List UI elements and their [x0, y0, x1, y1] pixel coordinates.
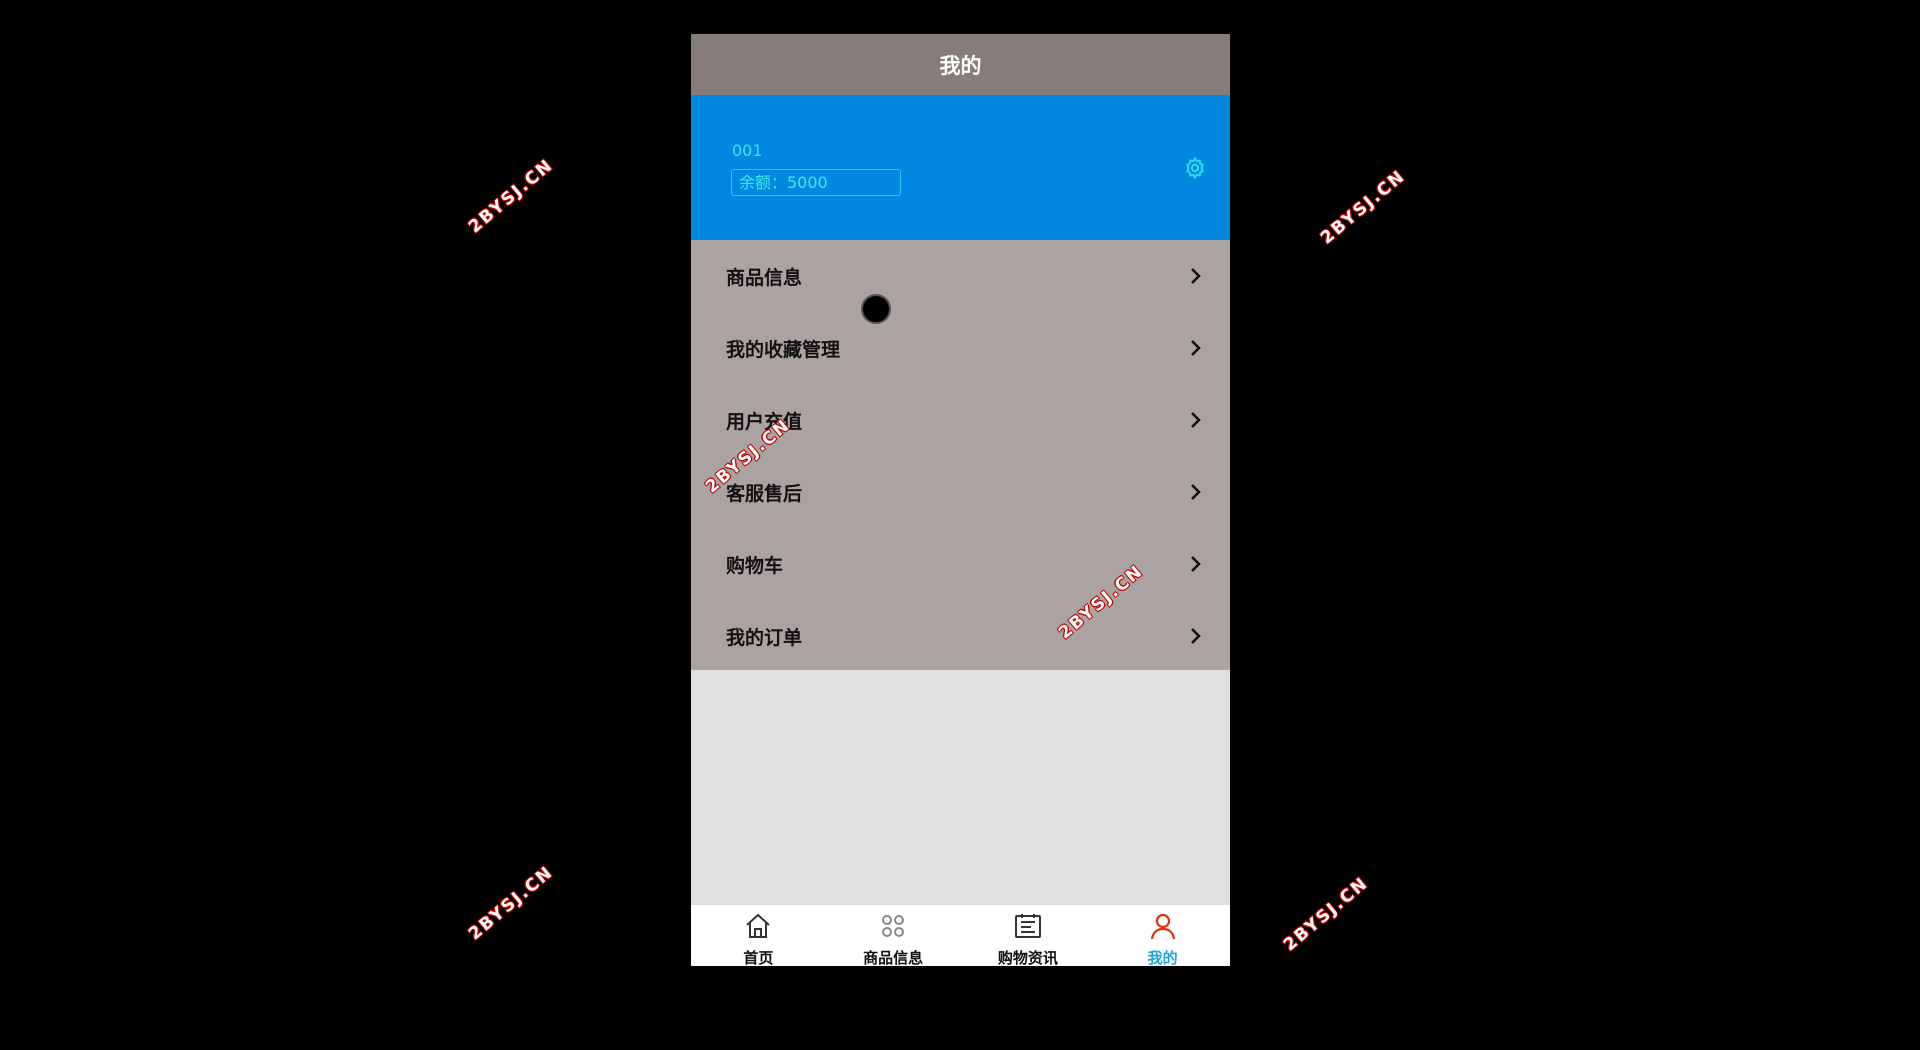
balance-badge: 余额：5000	[731, 169, 901, 196]
touch-cursor	[861, 294, 891, 324]
chevron-right-icon	[1191, 340, 1201, 356]
chevron-right-icon	[1191, 628, 1201, 644]
bottom-tab-bar: 首页 商品信息 购物资讯 我的	[691, 904, 1230, 966]
menu-list: 商品信息 我的收藏管理 用户充值 客服售后 购物车 我的订单	[691, 240, 1230, 670]
tab-shopping-news[interactable]: 购物资讯	[961, 905, 1096, 966]
news-icon	[1014, 914, 1041, 938]
watermark: 2BYSJ.CN	[465, 862, 558, 945]
tab-mine[interactable]: 我的	[1095, 905, 1230, 966]
tab-label: 我的	[1147, 949, 1178, 966]
phone-screen: 我的 001 余额：5000 商品信息 我的收藏管理 用户充值 客服售后 购物车…	[691, 34, 1230, 966]
chevron-right-icon	[1191, 484, 1201, 500]
profile-card: 001 余额：5000	[691, 95, 1230, 240]
menu-item-orders[interactable]: 我的订单	[691, 600, 1230, 672]
tab-label: 商品信息	[863, 949, 924, 966]
menu-item-label: 用户充值	[726, 410, 803, 433]
chevron-right-icon	[1191, 412, 1201, 428]
user-icon	[1150, 913, 1175, 940]
tab-home[interactable]: 首页	[691, 905, 826, 966]
menu-item-label: 我的订单	[726, 626, 803, 649]
grid-icon	[882, 915, 905, 937]
tab-label: 首页	[743, 949, 774, 966]
tab-label: 购物资讯	[997, 949, 1058, 966]
watermark: 2BYSJ.CN	[465, 155, 558, 238]
watermark: 2BYSJ.CN	[1317, 166, 1410, 249]
tab-product-info[interactable]: 商品信息	[826, 905, 961, 966]
page-header: 我的	[691, 34, 1230, 95]
menu-item-cart[interactable]: 购物车	[691, 528, 1230, 600]
chevron-right-icon	[1191, 556, 1201, 572]
page-title: 我的	[939, 53, 982, 78]
menu-item-favorites[interactable]: 我的收藏管理	[691, 312, 1230, 384]
home-icon	[746, 913, 771, 938]
menu-item-label: 购物车	[726, 554, 784, 577]
menu-item-label: 商品信息	[726, 266, 803, 289]
username: 001	[732, 141, 763, 160]
menu-item-product-info[interactable]: 商品信息	[691, 240, 1230, 312]
chevron-right-icon	[1191, 268, 1201, 284]
gear-icon[interactable]	[1183, 156, 1207, 180]
menu-item-customer-service[interactable]: 客服售后	[691, 456, 1230, 528]
menu-item-label: 客服售后	[726, 482, 803, 505]
menu-item-recharge[interactable]: 用户充值	[691, 384, 1230, 456]
menu-item-label: 我的收藏管理	[726, 338, 841, 361]
watermark: 2BYSJ.CN	[1280, 873, 1373, 956]
